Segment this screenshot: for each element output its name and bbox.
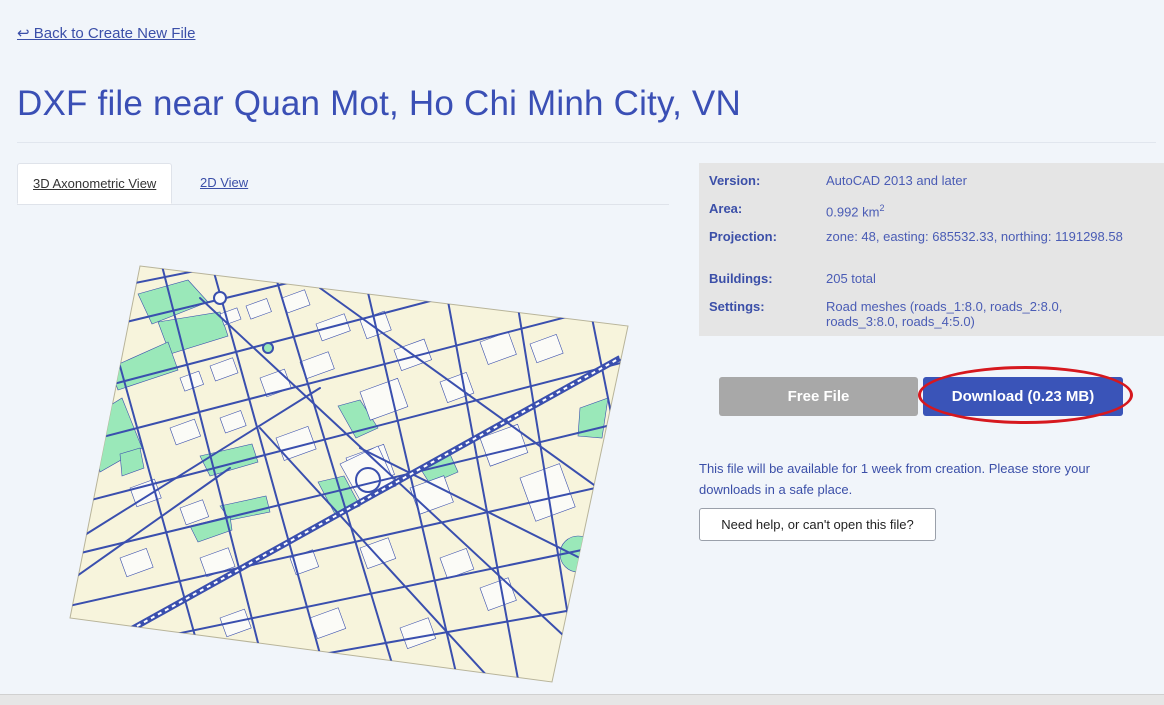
roundabout (213, 291, 227, 305)
download-button[interactable]: Download (0.23 MB) (923, 377, 1123, 416)
horizontal-scrollbar[interactable] (0, 694, 1164, 705)
buildings-label: Buildings: (709, 271, 773, 286)
roundabout (262, 342, 274, 354)
area-number: 0.992 km (826, 204, 880, 220)
area-label: Area: (709, 201, 743, 216)
map-svg (69, 265, 629, 683)
free-file-button[interactable]: Free File (719, 377, 918, 416)
version-value: AutoCAD 2013 and later (826, 173, 967, 188)
view-tabs: 3D Axonometric View 2D View (17, 163, 669, 205)
tab-2d-view[interactable]: 2D View (185, 163, 263, 203)
area-value: 0.992 km2 (826, 201, 1126, 219)
version-label: Version: (709, 173, 761, 188)
page-title: DXF file near Quan Mot, Ho Chi Minh City… (17, 84, 741, 123)
help-button[interactable]: Need help, or can't open this file? (699, 508, 936, 541)
projection-label: Projection: (709, 229, 777, 244)
back-to-create-link[interactable]: ↩ Back to Create New File (17, 24, 195, 42)
buildings-value: 205 total (826, 271, 876, 286)
title-divider (17, 142, 1156, 143)
area-unit-superscript: 2 (879, 203, 885, 213)
tab-3d-axonometric[interactable]: 3D Axonometric View (17, 163, 173, 204)
file-info-panel: Version: AutoCAD 2013 and later Area: 0.… (699, 163, 1164, 336)
projection-value: zone: 48, easting: 685532.33, northing: … (826, 229, 1123, 244)
availability-notice: This file will be available for 1 week f… (699, 461, 1090, 497)
map-preview (60, 258, 640, 690)
settings-value: Road meshes (roads_1:8.0, roads_2:8.0, r… (826, 299, 1063, 329)
settings-label: Settings: (709, 299, 765, 314)
